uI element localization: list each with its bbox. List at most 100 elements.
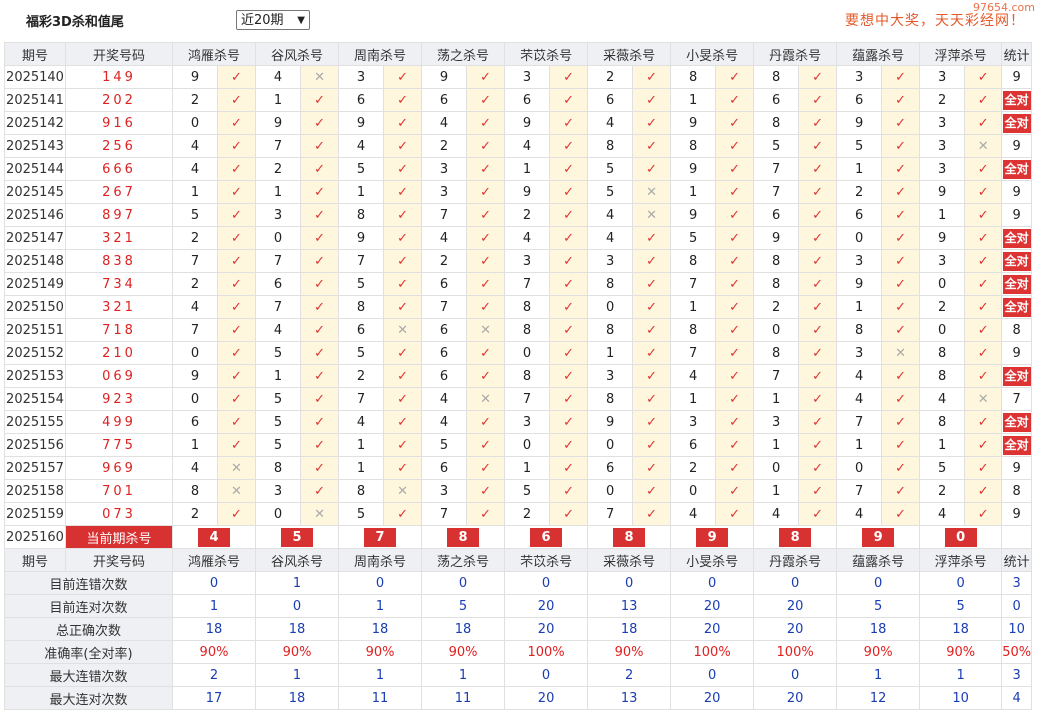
draw-number: 149 [65, 65, 173, 89]
kill-pick: 8 [836, 318, 883, 342]
kill-pick: 2 [172, 88, 218, 112]
check-icon: ✓ [383, 502, 423, 526]
period-range-select[interactable]: 近20期 ▼ [236, 10, 310, 30]
check-icon: ✓ [549, 387, 589, 411]
kill-pick: 9 [670, 111, 717, 135]
kill-pick: 3 [836, 341, 883, 365]
period-cell: 2025142 [4, 111, 66, 135]
header-draw: 开奖号码 [65, 42, 173, 66]
check-icon: ✓ [300, 295, 340, 319]
kill-pick: 7 [836, 479, 883, 503]
check-icon: ✓ [798, 295, 838, 319]
cross-icon: ✕ [216, 479, 257, 503]
kill-pick: 5 [255, 341, 302, 365]
kill-pick: 6 [172, 410, 218, 434]
kill-pick: 8 [504, 295, 551, 319]
draw-number: 734 [65, 272, 173, 296]
stats-value: 18 [171, 617, 257, 641]
header-row: 期号 开奖号码 鸿雁杀号 谷风杀号 周南杀号 荡之杀号 芣苡杀号 采薇杀号 小旻杀号 丹霞杀号 蕴露… [4, 42, 1033, 66]
header-expert: 蕴露杀号 [836, 548, 921, 572]
cross-icon: ✕ [300, 502, 340, 526]
kill-pick: 4 [919, 502, 966, 526]
kill-pick: 0 [836, 456, 883, 480]
check-icon: ✓ [881, 433, 921, 457]
stats-value: 0 [753, 663, 838, 687]
draw-number: 202 [65, 88, 173, 112]
kill-pick: 1 [836, 295, 883, 319]
all-correct-badge: 全对 [1002, 251, 1031, 271]
stats-total: 3 [1001, 663, 1033, 687]
check-icon: ✓ [715, 111, 755, 135]
kill-pick: 5 [338, 272, 385, 296]
stats-total: 10 [1001, 617, 1033, 641]
check-icon: ✓ [466, 272, 506, 296]
check-icon: ✓ [216, 111, 257, 135]
check-icon: ✓ [383, 203, 423, 227]
check-icon: ✓ [383, 134, 423, 158]
check-icon: ✓ [632, 88, 672, 112]
period-cell: 2025152 [4, 341, 66, 365]
check-icon: ✓ [715, 364, 755, 388]
check-icon: ✓ [466, 226, 506, 250]
stats-value: 18 [338, 617, 423, 641]
header-expert: 丹霞杀号 [753, 42, 838, 66]
check-icon: ✓ [549, 410, 589, 434]
kill-pick: 1 [919, 203, 966, 227]
stat-cell: 8 [1001, 318, 1033, 342]
check-icon: ✓ [632, 65, 672, 89]
kill-pick: 7 [172, 249, 218, 273]
kill-pick: 1 [338, 433, 385, 457]
check-icon: ✓ [549, 65, 589, 89]
check-icon: ✓ [300, 341, 340, 365]
current-stat-empty [1001, 525, 1033, 549]
check-icon: ✓ [466, 65, 506, 89]
kill-pick: 0 [587, 295, 634, 319]
check-icon: ✓ [632, 502, 672, 526]
check-icon: ✓ [964, 295, 1003, 319]
check-icon: ✓ [798, 134, 838, 158]
check-icon: ✓ [549, 502, 589, 526]
period-cell: 2025148 [4, 249, 66, 273]
kill-pick: 0 [172, 111, 218, 135]
check-icon: ✓ [798, 203, 838, 227]
check-icon: ✓ [798, 226, 838, 250]
kill-pick: 6 [836, 88, 883, 112]
kill-pick: 1 [338, 456, 385, 480]
stat-cell: 全对 [1001, 88, 1033, 112]
draw-number: 916 [65, 111, 173, 135]
kill-pick: 1 [753, 387, 800, 411]
table-row: 2025153 069 9 ✓ 1 ✓ 2 ✓ 6 ✓ 8 ✓ 3 ✓ 4 ✓ 7 ✓ 4 ✓ 8 ✓ 全对 [4, 364, 1033, 388]
stat-cell: 7 [1001, 387, 1033, 411]
kill-pick: 0 [919, 318, 966, 342]
check-icon: ✓ [466, 249, 506, 273]
check-icon: ✓ [216, 226, 257, 250]
check-icon: ✓ [300, 157, 340, 181]
kill-pick: 8 [753, 65, 800, 89]
check-icon: ✓ [715, 502, 755, 526]
stats-value: 1 [421, 663, 506, 687]
kill-pick: 5 [172, 203, 218, 227]
kill-pick: 4 [587, 111, 634, 135]
check-icon: ✓ [881, 479, 921, 503]
header-expert: 鸿雁杀号 [171, 42, 257, 66]
stat-cell: 9 [1001, 134, 1033, 158]
kill-pick: 8 [753, 111, 800, 135]
stats-value: 0 [753, 571, 838, 595]
kill-pick: 9 [836, 272, 883, 296]
kill-pick: 9 [753, 226, 800, 250]
stats-value: 18 [255, 686, 340, 710]
stats-value: 11 [338, 686, 423, 710]
stats-value: 1 [171, 594, 257, 618]
check-icon: ✓ [798, 364, 838, 388]
kill-pick: 8 [670, 65, 717, 89]
stats-value: 18 [421, 617, 506, 641]
check-icon: ✓ [715, 456, 755, 480]
draw-number: 701 [65, 479, 173, 503]
kill-pick: 8 [338, 295, 385, 319]
stats-value: 18 [836, 617, 921, 641]
draw-number: 969 [65, 456, 173, 480]
kill-pick: 8 [670, 318, 717, 342]
kill-pick: 8 [172, 479, 218, 503]
check-icon: ✓ [300, 272, 340, 296]
check-icon: ✓ [549, 479, 589, 503]
